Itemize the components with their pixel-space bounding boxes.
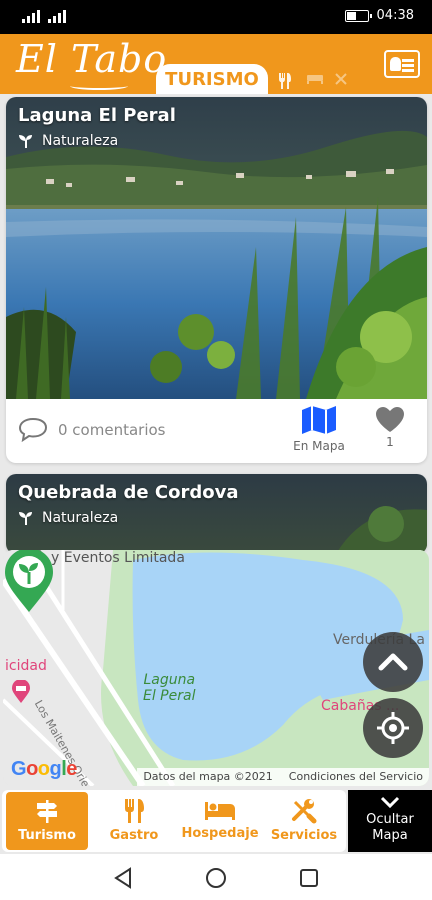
map-attribution: Datos del mapa ©2021 Condiciones del Ser… xyxy=(137,768,429,786)
like-button[interactable]: 1 xyxy=(372,405,408,449)
view-on-map-button[interactable]: En Mapa xyxy=(290,405,348,453)
signal-indicators xyxy=(22,9,66,23)
map-data-credit[interactable]: Datos del mapa ©2021 xyxy=(143,770,272,784)
tab-gastro-fork-knife-icon[interactable] xyxy=(274,72,296,92)
signal-icon-2 xyxy=(48,9,66,23)
comments-count: 0 comentarios xyxy=(58,421,166,439)
nav-gastro[interactable]: Gastro xyxy=(94,792,174,850)
place-category: Naturaleza xyxy=(18,133,118,149)
google-logo: Google xyxy=(11,758,77,780)
tab-hospedaje-bed-icon[interactable] xyxy=(304,72,326,92)
id-card-icon[interactable] xyxy=(384,50,420,78)
map-place-label: y Eventos Limitada xyxy=(51,550,185,566)
card-footer: 0 comentarios En Mapa 1 xyxy=(6,399,427,463)
tab-servicios-tools-icon[interactable] xyxy=(330,72,352,92)
location-pin-sprout-icon[interactable] xyxy=(3,550,55,614)
nav-label: Servicios xyxy=(270,828,338,843)
nav-turismo[interactable]: Turismo xyxy=(6,792,88,850)
terms-link[interactable]: Condiciones del Servicio xyxy=(289,770,423,784)
tab-turismo[interactable]: TURISMO xyxy=(156,64,268,94)
fork-knife-icon xyxy=(125,799,144,823)
home-icon[interactable] xyxy=(205,867,227,889)
map-place-label: icidad xyxy=(5,658,47,674)
hide-map-label: Mapa xyxy=(372,828,408,843)
lake-label: Laguna El Peral xyxy=(143,672,196,704)
view-on-map-label: En Mapa xyxy=(293,439,345,453)
place-card[interactable]: Laguna El Peral Naturaleza 0 comentarios… xyxy=(6,97,427,463)
place-card[interactable]: Quebrada de Cordova Naturaleza xyxy=(6,474,427,554)
nav-servicios[interactable]: Servicios xyxy=(264,792,344,850)
tools-icon xyxy=(292,799,317,824)
hide-map-label: Ocultar xyxy=(366,812,414,827)
my-location-button[interactable] xyxy=(363,698,423,758)
back-icon[interactable] xyxy=(112,867,134,889)
bottom-nav: Turismo Gastro Hospedaje Servicios xyxy=(2,790,346,852)
signal-icon xyxy=(22,9,40,23)
category-label: Naturaleza xyxy=(42,510,119,526)
nav-label: Turismo xyxy=(18,828,76,843)
nav-label: Hospedaje xyxy=(181,826,259,841)
battery-icon xyxy=(344,9,372,22)
place-category: Naturaleza xyxy=(18,510,118,526)
chevron-up-icon xyxy=(378,653,408,671)
expand-map-button[interactable] xyxy=(363,632,423,692)
status-bar: 04:38 xyxy=(0,0,432,34)
clock: 04:38 xyxy=(376,8,414,23)
system-nav-bar xyxy=(0,854,432,900)
recents-icon[interactable] xyxy=(298,867,320,889)
sprout-icon xyxy=(19,135,32,148)
comments-link[interactable]: 0 comentarios xyxy=(18,417,165,443)
signpost-icon xyxy=(37,800,57,823)
app-logo: El Tabo xyxy=(16,37,168,81)
comment-bubble-icon xyxy=(18,417,48,443)
place-title: Quebrada de Cordova xyxy=(18,482,239,503)
folded-map-icon xyxy=(302,406,336,434)
place-title: Laguna El Peral xyxy=(18,105,176,126)
place-photo[interactable]: Laguna El Peral Naturaleza xyxy=(6,97,427,399)
app-header: El Tabo TURISMO xyxy=(0,34,432,94)
like-count: 1 xyxy=(386,435,394,449)
heart-icon xyxy=(376,407,404,432)
map-view[interactable]: y Eventos Limitada Laguna El Peral Verdu… xyxy=(3,550,429,786)
sprout-icon xyxy=(19,512,32,525)
hotel-poi-icon[interactable] xyxy=(11,680,31,704)
nav-label: Gastro xyxy=(109,828,159,843)
nav-hospedaje[interactable]: Hospedaje xyxy=(178,792,262,850)
chevron-down-icon xyxy=(380,796,400,809)
hide-map-button[interactable]: Ocultar Mapa xyxy=(348,790,432,852)
crosshair-icon xyxy=(377,712,409,744)
category-label: Naturaleza xyxy=(42,133,119,149)
bed-icon xyxy=(205,802,235,820)
logo-swash xyxy=(70,82,128,90)
